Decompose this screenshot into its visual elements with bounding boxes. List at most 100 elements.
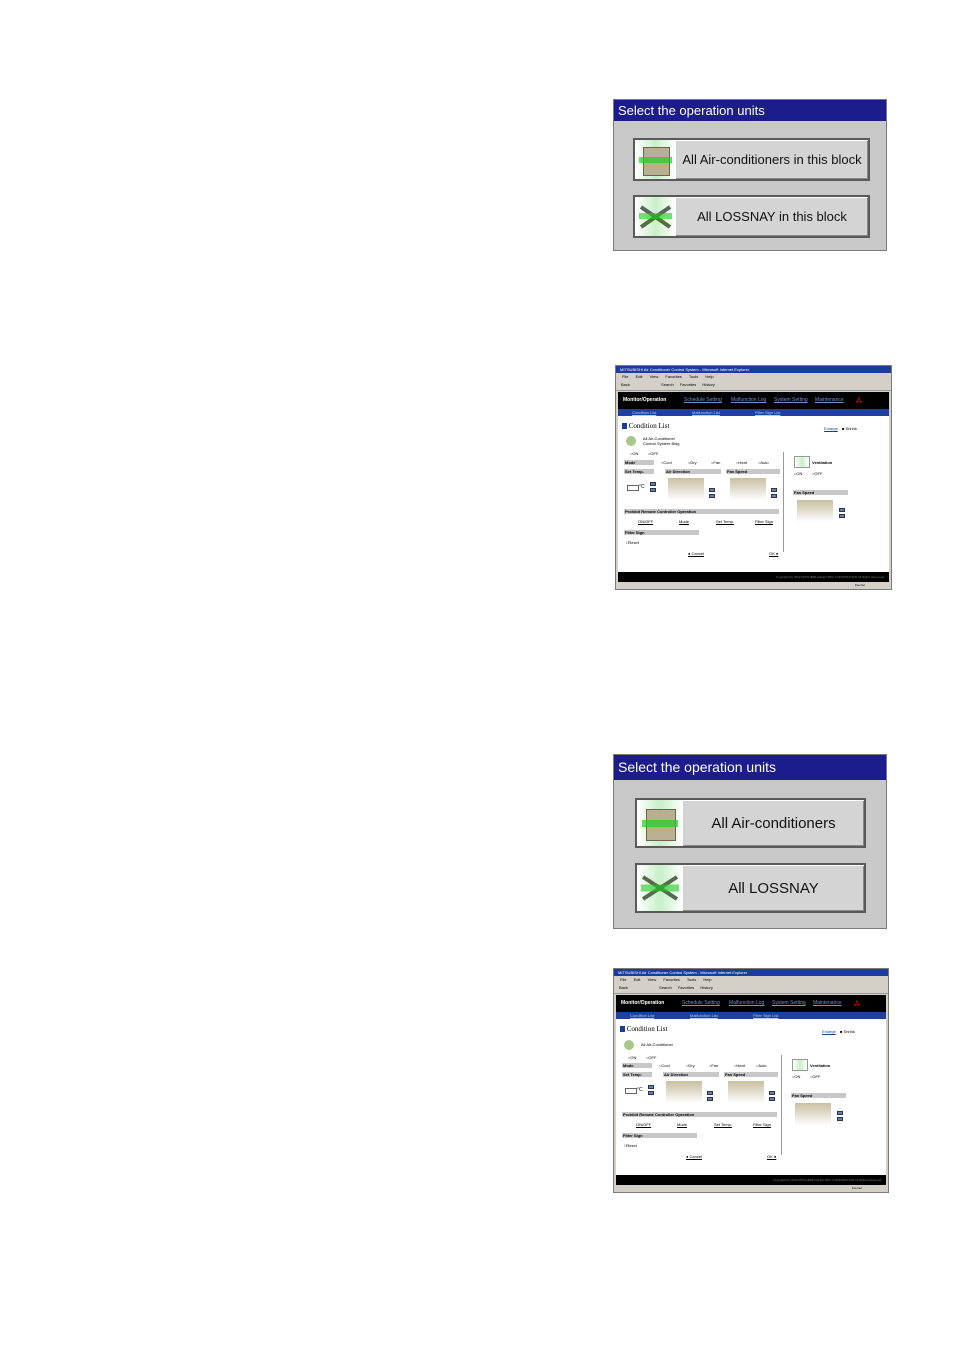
history-button[interactable]: History bbox=[702, 382, 714, 387]
nav-monitor-operation[interactable]: Monitor/Operation bbox=[623, 397, 666, 403]
mode-heat-radio[interactable]: ○Heat bbox=[734, 1063, 745, 1068]
subnav-condition-list[interactable]: Condition List bbox=[630, 1012, 654, 1019]
air-direction-up-button[interactable] bbox=[709, 488, 715, 492]
menu-file[interactable]: File bbox=[622, 374, 628, 379]
nav-malfunction-log[interactable]: Malfunction Log bbox=[731, 397, 766, 403]
set-temp-field[interactable] bbox=[625, 1088, 637, 1094]
nav-system-setting[interactable]: System Setting bbox=[772, 1000, 806, 1006]
all-lossnay-block-button[interactable]: All LOSSNAY in this block bbox=[633, 195, 870, 238]
prohibit-mode[interactable]: Mode bbox=[677, 1122, 687, 1127]
menu-favorites[interactable]: Favorites bbox=[663, 977, 679, 982]
mode-fan-radio[interactable]: ○Fan bbox=[711, 460, 720, 465]
sub-nav: Condition List Malfunction List Filter S… bbox=[616, 1012, 886, 1019]
air-direction-down-button[interactable] bbox=[709, 494, 715, 498]
prohibit-header: Prohibit Remote Controller Operation bbox=[624, 509, 779, 514]
menu-tools[interactable]: Tools bbox=[689, 374, 698, 379]
nav-maintenance[interactable]: Maintenance bbox=[813, 1000, 842, 1006]
mode-auto-radio[interactable]: ○Auto bbox=[758, 460, 769, 465]
mode-dry-radio[interactable]: ○Dry bbox=[686, 1063, 695, 1068]
shrink-link[interactable]: ■ Shrink bbox=[840, 1029, 855, 1034]
nav-malfunction-log[interactable]: Malfunction Log bbox=[729, 1000, 764, 1006]
ok-button[interactable]: OK ● bbox=[769, 551, 778, 556]
reset-checkbox[interactable]: □Reset bbox=[624, 1143, 637, 1148]
favorites-button[interactable]: Favorites bbox=[680, 382, 696, 387]
vent-fan-down-button[interactable] bbox=[837, 1117, 843, 1121]
mode-auto-radio[interactable]: ○Auto bbox=[756, 1063, 767, 1068]
vent-on-radio[interactable]: ○ON bbox=[794, 471, 802, 476]
fan-speed-up-button[interactable] bbox=[771, 488, 777, 492]
menu-edit[interactable]: Edit bbox=[636, 374, 643, 379]
fan-speed-down-button[interactable] bbox=[771, 494, 777, 498]
back-button[interactable]: Back bbox=[621, 382, 630, 387]
temp-up-button[interactable] bbox=[648, 1085, 654, 1089]
back-button[interactable]: Back bbox=[619, 985, 628, 990]
all-lossnay-button[interactable]: All LOSSNAY bbox=[635, 863, 866, 913]
mode-fan-radio[interactable]: ○Fan bbox=[709, 1063, 718, 1068]
on-radio[interactable]: ○ON bbox=[630, 451, 638, 456]
search-button[interactable]: Search bbox=[659, 985, 672, 990]
mode-cool-radio[interactable]: ○Cool bbox=[659, 1063, 670, 1068]
subnav-condition-list[interactable]: Condition List bbox=[632, 409, 656, 416]
temp-down-button[interactable] bbox=[648, 1091, 654, 1095]
cancel-button[interactable]: ● Cancel bbox=[688, 551, 704, 556]
prohibit-onoff[interactable]: ON/OFF bbox=[636, 1122, 651, 1127]
menu-favorites[interactable]: Favorites bbox=[665, 374, 681, 379]
temp-up-button[interactable] bbox=[650, 482, 656, 486]
vent-fan-speed-image bbox=[795, 1103, 831, 1125]
prohibit-filter-sign[interactable]: Filter Sign bbox=[753, 1122, 771, 1127]
air-direction-up-button[interactable] bbox=[707, 1091, 713, 1095]
all-air-conditioners-block-button[interactable]: All Air-conditioners in this block bbox=[633, 138, 870, 181]
favorites-button[interactable]: Favorites bbox=[678, 985, 694, 990]
vent-fan-up-button[interactable] bbox=[839, 508, 845, 512]
off-radio[interactable]: ○OFF bbox=[646, 1055, 656, 1060]
prohibit-filter-sign[interactable]: Filter Sign bbox=[755, 519, 773, 524]
menu-file[interactable]: File bbox=[620, 977, 626, 982]
temp-down-button[interactable] bbox=[650, 488, 656, 492]
subnav-filter-sign-list[interactable]: Filter Sign List bbox=[753, 1012, 778, 1019]
enlarge-link[interactable]: Enlarge bbox=[822, 1029, 836, 1034]
fan-speed-down-button[interactable] bbox=[769, 1097, 775, 1101]
menu-tools[interactable]: Tools bbox=[687, 977, 696, 982]
nav-schedule-setting[interactable]: Schedule Setting bbox=[682, 1000, 720, 1006]
subnav-malfunction-list[interactable]: Malfunction List bbox=[690, 1012, 718, 1019]
nav-schedule-setting[interactable]: Schedule Setting bbox=[684, 397, 722, 403]
nav-monitor-operation[interactable]: Monitor/Operation bbox=[621, 1000, 664, 1006]
menu-help[interactable]: Help bbox=[705, 374, 713, 379]
menu-edit[interactable]: Edit bbox=[634, 977, 641, 982]
enlarge-link[interactable]: Enlarge bbox=[824, 426, 838, 431]
nav-maintenance[interactable]: Maintenance bbox=[815, 397, 844, 403]
prohibit-set-temp[interactable]: Set Temp. bbox=[714, 1122, 732, 1127]
search-button[interactable]: Search bbox=[661, 382, 674, 387]
mode-cool-radio[interactable]: ○Cool bbox=[661, 460, 672, 465]
nav-system-setting[interactable]: System Setting bbox=[774, 397, 808, 403]
off-radio[interactable]: ○OFF bbox=[648, 451, 658, 456]
fan-speed-up-button[interactable] bbox=[769, 1091, 775, 1095]
ok-button[interactable]: OK ● bbox=[767, 1154, 776, 1159]
all-air-conditioners-button[interactable]: All Air-conditioners bbox=[635, 798, 866, 848]
history-button[interactable]: History bbox=[700, 985, 712, 990]
vent-off-radio[interactable]: ○OFF bbox=[810, 1074, 820, 1079]
prohibit-onoff[interactable]: ON/OFF bbox=[638, 519, 653, 524]
subnav-filter-sign-list[interactable]: Filter Sign List bbox=[755, 409, 780, 416]
air-conditioner-icon bbox=[635, 140, 676, 179]
mode-heat-radio[interactable]: ○Heat bbox=[736, 460, 747, 465]
prohibit-mode[interactable]: Mode bbox=[679, 519, 689, 524]
prohibit-set-temp[interactable]: Set Temp. bbox=[716, 519, 734, 524]
shrink-link[interactable]: ■ Shrink bbox=[842, 426, 857, 431]
vent-fan-up-button[interactable] bbox=[837, 1111, 843, 1115]
menu-view[interactable]: View bbox=[648, 977, 657, 982]
vent-fan-down-button[interactable] bbox=[839, 514, 845, 518]
mode-dry-radio[interactable]: ○Dry bbox=[688, 460, 697, 465]
set-temp-field[interactable] bbox=[627, 485, 639, 491]
vent-off-radio[interactable]: ○OFF bbox=[812, 471, 822, 476]
page-heading: Condition List bbox=[620, 1025, 667, 1033]
subnav-malfunction-list[interactable]: Malfunction List bbox=[692, 409, 720, 416]
menu-view[interactable]: View bbox=[650, 374, 659, 379]
menu-help[interactable]: Help bbox=[703, 977, 711, 982]
air-direction-down-button[interactable] bbox=[707, 1097, 713, 1101]
reset-checkbox[interactable]: □Reset bbox=[626, 540, 639, 545]
cancel-button[interactable]: ● Cancel bbox=[686, 1154, 702, 1159]
vent-on-radio[interactable]: ○ON bbox=[792, 1074, 800, 1079]
on-radio[interactable]: ○ON bbox=[628, 1055, 636, 1060]
browser-window-2: MITSUBISHI Air Conditioner Control Syste… bbox=[613, 968, 889, 1193]
